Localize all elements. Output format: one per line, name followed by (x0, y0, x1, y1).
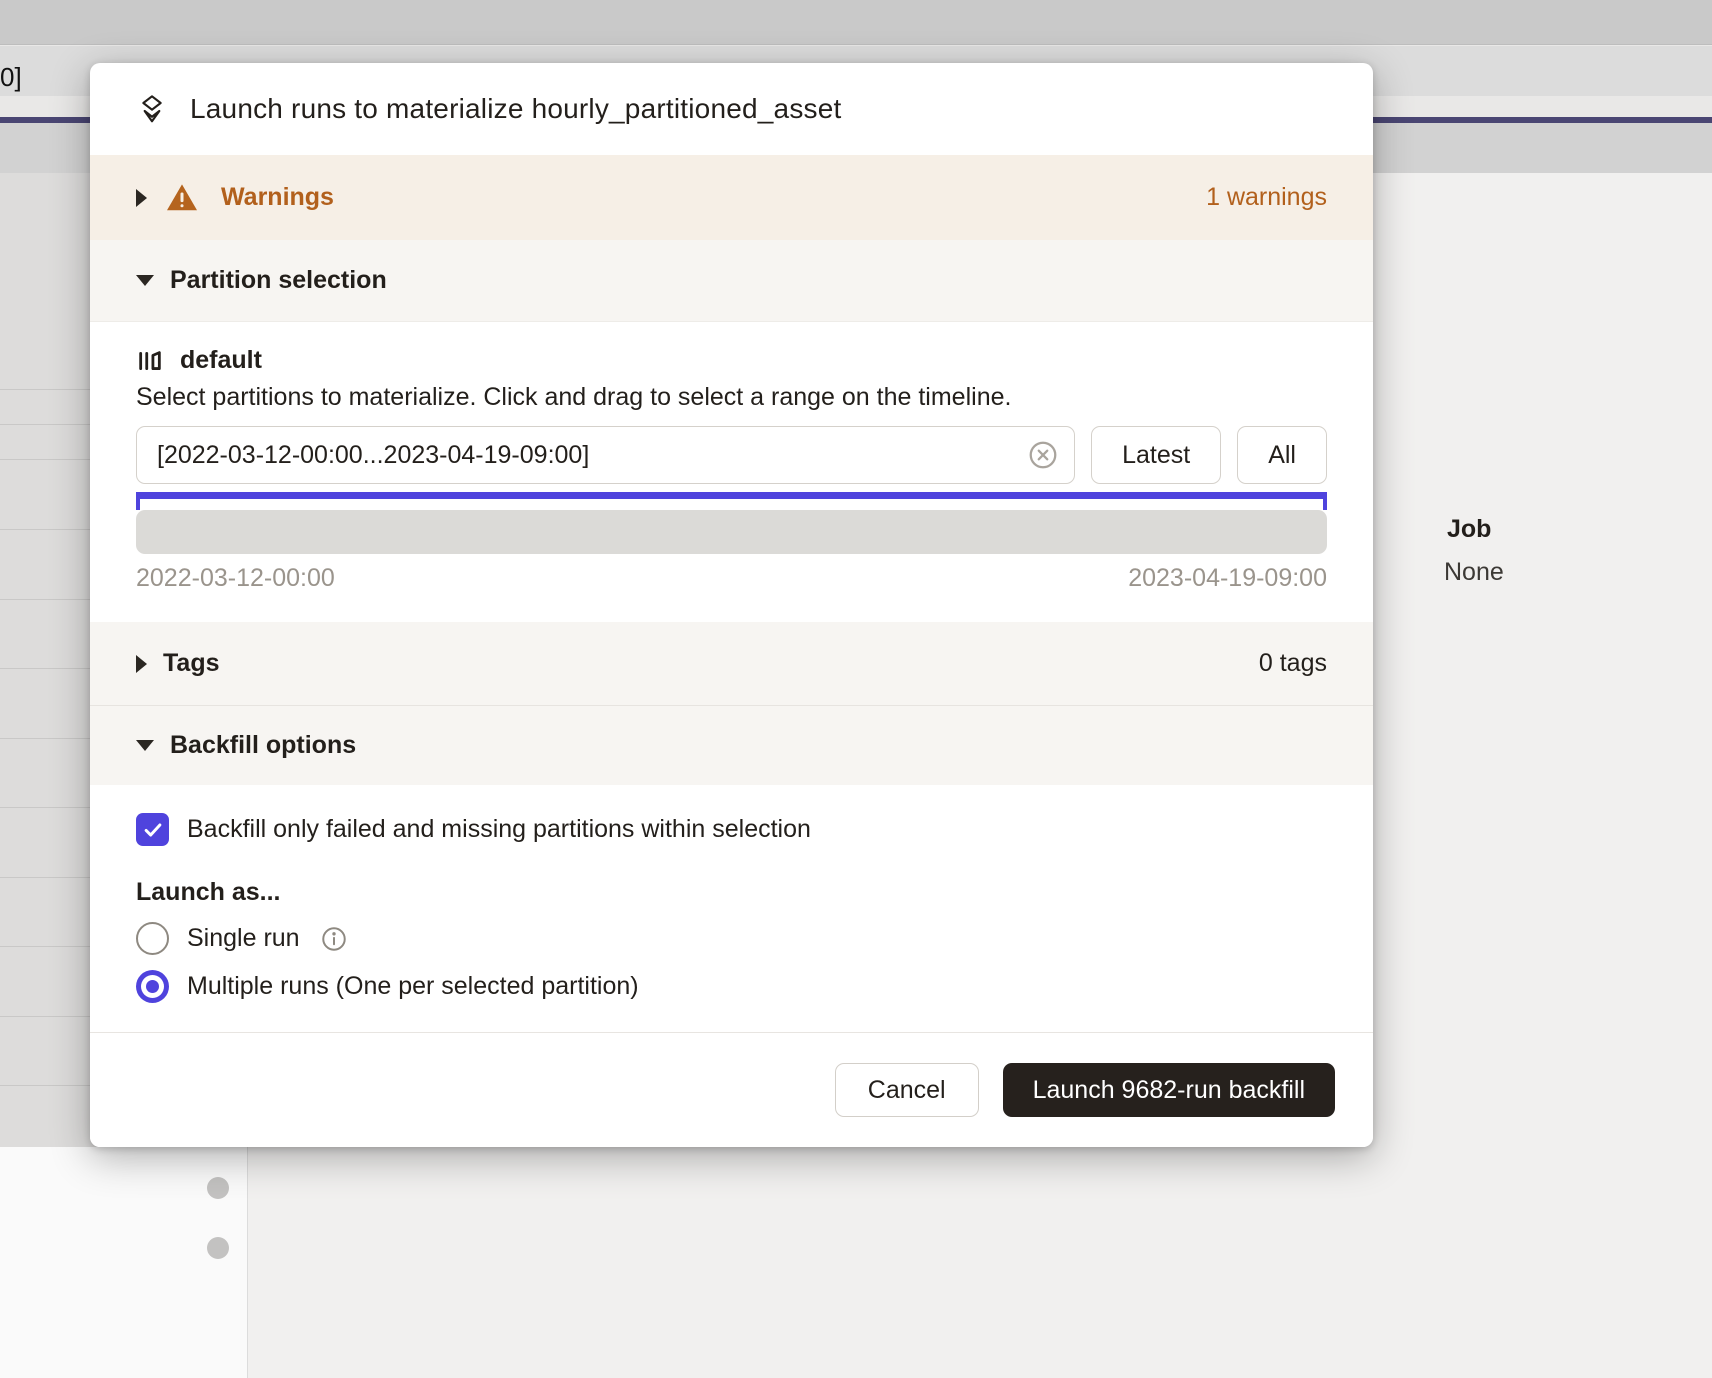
multiple-runs-label: Multiple runs (One per selected partitio… (187, 972, 639, 1001)
background-row-dot (207, 1177, 229, 1199)
cancel-button[interactable]: Cancel (835, 1063, 979, 1117)
dialog-header: Launch runs to materialize hourly_partit… (90, 63, 1373, 155)
chevron-right-icon (136, 189, 147, 207)
backfill-options-toggle[interactable]: Backfill options (90, 706, 1373, 785)
tags-count-badge: 0 tags (1259, 649, 1327, 678)
warnings-section-toggle[interactable]: Warnings 1 warnings (90, 155, 1373, 240)
asset-layers-icon (136, 93, 168, 125)
partition-timeline[interactable]: 2022-03-12-00:00 2023-04-19-09:00 (136, 492, 1327, 593)
multiple-runs-radio[interactable] (136, 970, 169, 1003)
info-icon[interactable] (320, 925, 348, 953)
chevron-down-icon (136, 740, 154, 751)
dialog-title: Launch runs to materialize hourly_partit… (190, 93, 841, 125)
warnings-count-badge: 1 warnings (1206, 183, 1327, 212)
partition-selection-body: default Select partitions to materialize… (90, 322, 1373, 622)
backfill-failed-missing-label: Backfill only failed and missing partiti… (187, 815, 811, 844)
partition-range-input[interactable] (136, 426, 1075, 484)
timeline-health-bar[interactable] (136, 510, 1327, 554)
single-run-label: Single run (187, 924, 300, 953)
tags-section-toggle[interactable]: Tags 0 tags (90, 622, 1373, 706)
job-column-value: None (1444, 558, 1504, 587)
chevron-down-icon (136, 275, 154, 286)
launch-backfill-button[interactable]: Launch 9682-run backfill (1003, 1063, 1335, 1117)
background-top-toolbar (0, 0, 1712, 45)
partition-dimension-name: default (180, 346, 262, 375)
launch-backfill-dialog: Launch runs to materialize hourly_partit… (90, 63, 1373, 1147)
backfill-options-label: Backfill options (170, 731, 356, 760)
partition-selection-description: Select partitions to materialize. Click … (136, 383, 1327, 412)
partition-selection-toggle[interactable]: Partition selection (90, 240, 1373, 322)
timeline-start-date: 2022-03-12-00:00 (136, 564, 335, 593)
dialog-footer: Cancel Launch 9682-run backfill (90, 1032, 1373, 1147)
launch-as-label: Launch as... (136, 878, 1327, 907)
partition-set-icon (136, 347, 164, 375)
timeline-selection-range[interactable] (136, 492, 1327, 510)
warning-triangle-icon (165, 183, 199, 213)
tags-label: Tags (163, 649, 220, 678)
background-row-dot (207, 1237, 229, 1259)
chevron-right-icon (136, 655, 147, 673)
backfill-failed-missing-checkbox[interactable] (136, 813, 169, 846)
backfill-options-body: Backfill only failed and missing partiti… (90, 785, 1373, 1032)
job-column-header: Job (1447, 515, 1491, 544)
clear-selection-icon[interactable] (1025, 437, 1061, 473)
warnings-label: Warnings (221, 183, 334, 212)
latest-button[interactable]: Latest (1091, 426, 1221, 484)
all-button[interactable]: All (1237, 426, 1327, 484)
background-partial-text: 0] (0, 62, 22, 93)
single-run-radio[interactable] (136, 922, 169, 955)
timeline-end-date: 2023-04-19-09:00 (1128, 564, 1327, 593)
partition-selection-label: Partition selection (170, 266, 387, 295)
